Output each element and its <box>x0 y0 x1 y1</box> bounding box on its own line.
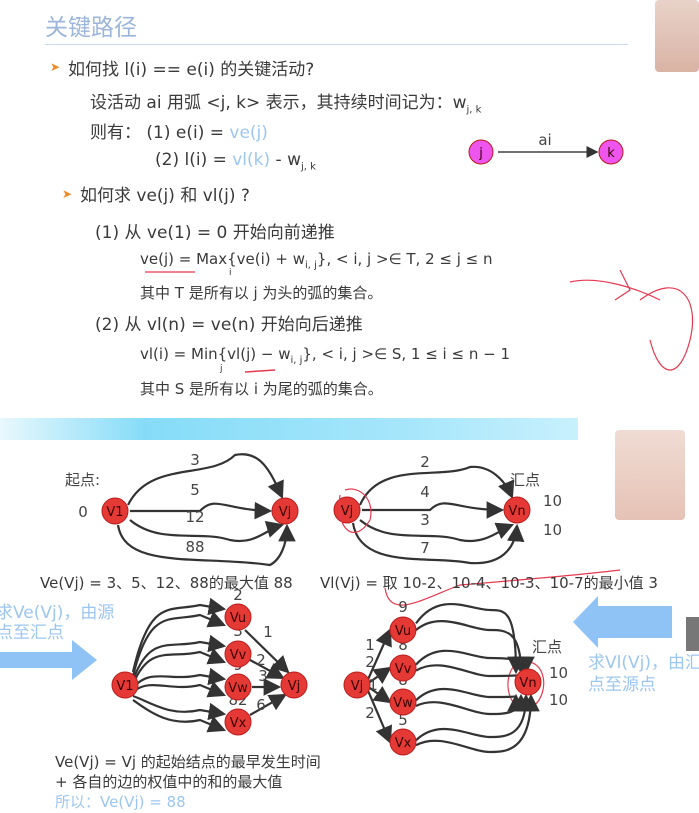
node-label: V1 <box>106 505 123 520</box>
node-label: Vv <box>230 648 247 663</box>
graph1-caption: Ve(Vj) = 3、5、12、88的最大值 88 <box>40 574 293 592</box>
node-label: j <box>478 146 483 161</box>
node-label: Vv <box>395 662 412 677</box>
node-label: Vj <box>279 505 292 520</box>
node-label: Vj <box>341 504 354 519</box>
edge <box>127 453 284 506</box>
sink-label: 汇点 <box>510 471 540 489</box>
explanation-line: + 各自的边的权值中的和的最大值 <box>55 773 283 791</box>
start-label: 起点: <box>65 471 100 489</box>
sink-value: 10 <box>543 521 562 539</box>
edge-label: 12 <box>185 508 204 526</box>
node-label: V1 <box>116 679 133 694</box>
node-label: Vu <box>230 611 246 626</box>
handwritten-annotation <box>569 269 694 371</box>
edge-label: 3 <box>420 511 430 529</box>
edge-label: 3 <box>190 451 200 469</box>
edge <box>358 465 515 506</box>
out-label: 1 <box>263 623 273 641</box>
edge <box>359 519 515 543</box>
sink-value: 10 <box>543 492 562 510</box>
edge <box>415 687 525 712</box>
sink-label: 汇点 <box>532 638 562 656</box>
edge <box>415 620 530 675</box>
node-label: Vx <box>230 716 247 731</box>
right-arrow-text: 求Vl(Vj)，由汇 点至源点 <box>588 652 699 696</box>
in-label: 2 <box>365 704 375 722</box>
arrow-text-line: 求Vl(Vj)，由汇 <box>588 653 699 673</box>
start-value: 0 <box>78 503 88 521</box>
node-label: Vw <box>393 696 413 711</box>
in-label: 1 <box>365 636 375 654</box>
node-label: Vn <box>519 676 536 691</box>
edge <box>415 693 530 716</box>
right-arrow-icon <box>0 640 97 680</box>
sink-value: 10 <box>549 691 568 709</box>
node-label: Vn <box>508 504 525 519</box>
edge <box>362 501 505 519</box>
bottom-explanation: Ve(Vj) = Vj 的起始结点的最早发生时间 + 各自的边的权值中的和的最大值… <box>55 752 321 812</box>
out-label: 3 <box>258 667 268 685</box>
edge <box>132 680 227 698</box>
edge-label: 7 <box>420 539 430 557</box>
edge <box>129 519 285 543</box>
edge <box>131 634 227 681</box>
edge <box>415 603 525 675</box>
node-label: Vx <box>395 736 412 751</box>
edge-label: 5 <box>190 481 200 499</box>
node-label: Vj <box>288 679 301 694</box>
graph2-caption: Vl(Vj) = 取 10-2、10-4、10-3、10-7的最小值 3 <box>320 574 658 592</box>
in-label: 2 <box>365 653 375 671</box>
handwritten-underline <box>244 369 276 373</box>
arrow-text-line: 点至汇点 <box>0 623 64 643</box>
node-label: Vw <box>228 681 248 696</box>
edge-label: 2 <box>420 453 430 471</box>
edge <box>415 649 535 675</box>
edge <box>415 693 540 754</box>
edge-label: 4 <box>420 483 430 501</box>
node-weight: 9 <box>398 598 408 616</box>
left-arrow-icon <box>573 596 672 648</box>
explanation-result: 所以：Ve(Vj) = 88 <box>55 793 186 811</box>
arrow-text-line: 求Ve(Vj)，由源 <box>0 603 115 623</box>
sink-value: 10 <box>549 664 568 682</box>
edge <box>132 699 227 733</box>
arc-label: ai <box>538 131 551 149</box>
node-label: Vj <box>351 679 364 694</box>
node-label: Vu <box>395 624 411 639</box>
explanation-line: Ve(Vj) = Vj 的起始结点的最早发生时间 <box>55 753 321 771</box>
out-label: 6 <box>256 696 266 714</box>
node-label: k <box>607 146 615 161</box>
arrow-text-line: 点至源点 <box>588 675 656 695</box>
edge <box>132 694 227 721</box>
edge-label: 88 <box>185 538 204 556</box>
left-arrow-text: 求Ve(Vj)，由源 点至汇点 <box>0 603 114 643</box>
